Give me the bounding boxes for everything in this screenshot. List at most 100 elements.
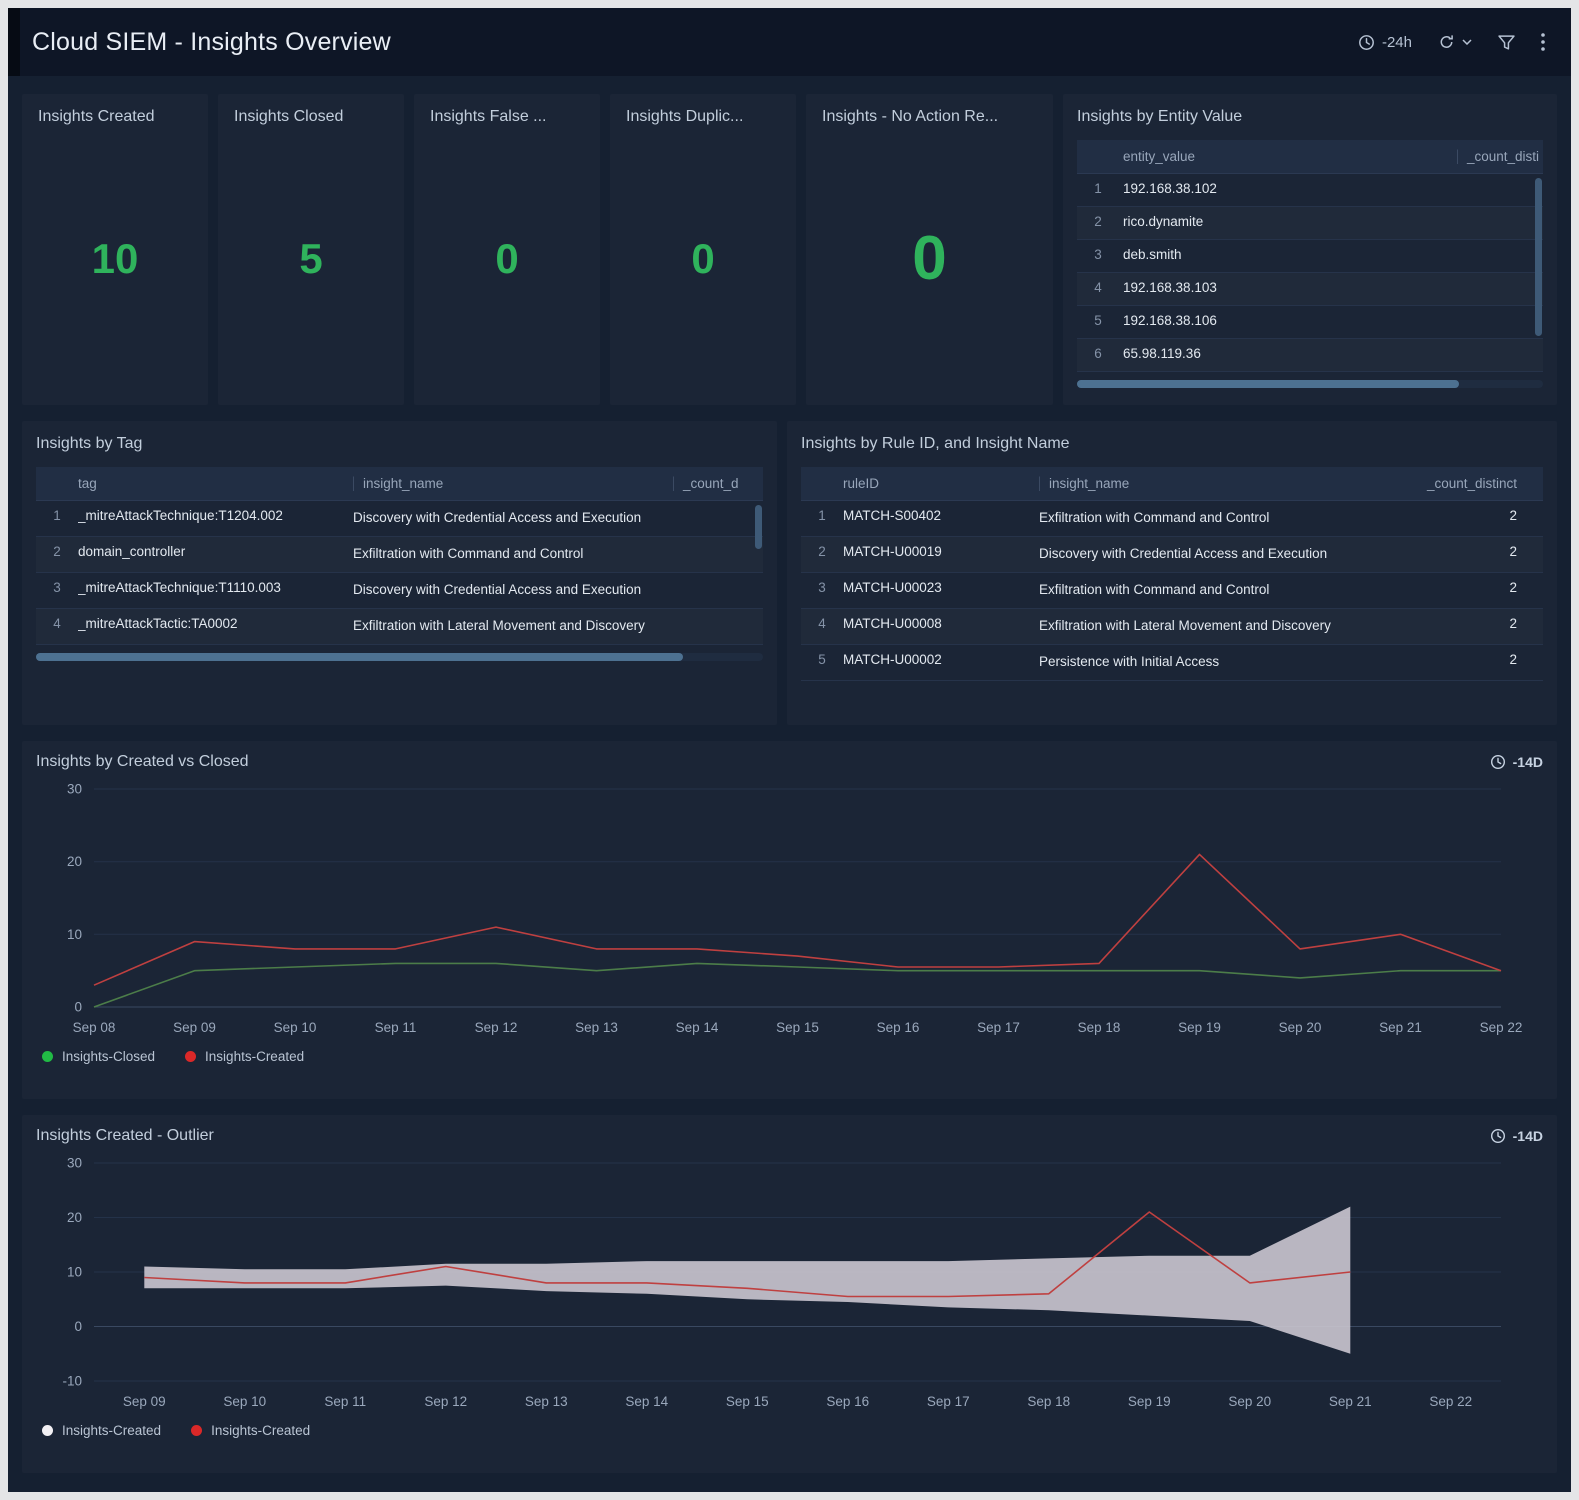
panel-title: Insights - No Action Re... bbox=[822, 108, 1037, 126]
svg-text:Sep 14: Sep 14 bbox=[676, 1020, 719, 1035]
svg-text:Sep 19: Sep 19 bbox=[1128, 1394, 1171, 1409]
column-count-distinct[interactable]: _count_disti bbox=[1457, 149, 1543, 164]
svg-text:Sep 10: Sep 10 bbox=[223, 1394, 266, 1409]
svg-text:0: 0 bbox=[74, 1000, 82, 1015]
kebab-menu-button[interactable] bbox=[1541, 33, 1545, 51]
created-vs-closed-line-chart[interactable]: 0102030Sep 08Sep 09Sep 10Sep 11Sep 12Sep… bbox=[36, 777, 1523, 1041]
svg-text:Sep 09: Sep 09 bbox=[173, 1020, 216, 1035]
table-row[interactable]: 1 192.168.38.102 bbox=[1077, 174, 1543, 207]
horizontal-scrollbar[interactable] bbox=[1077, 380, 1543, 388]
table-row[interactable]: 1 _mitreAttackTechnique:T1204.002 Discov… bbox=[36, 501, 763, 537]
table-row[interactable]: 3 _mitreAttackTechnique:T1110.003 Discov… bbox=[36, 573, 763, 609]
dashboard-body: Insights Created 10 Insights Closed 5 In… bbox=[8, 76, 1571, 1492]
chart-time-range[interactable]: -14D bbox=[1490, 754, 1543, 770]
table-row[interactable]: 4 _mitreAttackTactic:TA0002 Exfiltration… bbox=[36, 609, 763, 645]
svg-text:10: 10 bbox=[67, 927, 82, 942]
refresh-icon bbox=[1438, 34, 1455, 50]
svg-text:Sep 16: Sep 16 bbox=[877, 1020, 920, 1035]
panel-title: Insights False ... bbox=[430, 108, 584, 126]
legend-item-insights-created[interactable]: Insights-Created bbox=[191, 1423, 310, 1438]
svg-text:0: 0 bbox=[74, 1319, 82, 1334]
column-insight-name[interactable]: insight_name bbox=[1039, 476, 1355, 491]
page-title: Cloud SIEM - Insights Overview bbox=[32, 28, 391, 57]
panel-title: Insights by Entity Value bbox=[1077, 108, 1543, 126]
stat-value: 0 bbox=[495, 235, 518, 283]
legend-item-insights-created[interactable]: Insights-Created bbox=[185, 1049, 304, 1064]
stat-panel-insights-closed: Insights Closed 5 bbox=[218, 94, 404, 405]
svg-text:Sep 22: Sep 22 bbox=[1429, 1394, 1472, 1409]
rule-table: ruleID insight_name _count_distinct 1 MA… bbox=[801, 467, 1543, 681]
svg-text:20: 20 bbox=[67, 854, 82, 869]
table-row[interactable]: 5 192.168.38.106 bbox=[1077, 306, 1543, 339]
stat-panel-insights-created: Insights Created 10 bbox=[22, 94, 208, 405]
stat-panel-insights-false-positive: Insights False ... 0 bbox=[414, 94, 600, 405]
panel-title: Insights Created bbox=[38, 108, 192, 126]
chart-time-range[interactable]: -14D bbox=[1490, 1128, 1543, 1144]
chart-header: Insights Created - Outlier -14D bbox=[36, 1127, 1543, 1145]
panel-insights-by-entity-value: Insights by Entity Value entity_value _c… bbox=[1063, 94, 1557, 405]
chart-time-range-label: -14D bbox=[1513, 754, 1543, 770]
refresh-control[interactable] bbox=[1438, 34, 1472, 50]
table-row[interactable]: 3 deb.smith bbox=[1077, 240, 1543, 273]
kebab-menu-icon bbox=[1541, 33, 1545, 51]
svg-text:Sep 19: Sep 19 bbox=[1178, 1020, 1221, 1035]
horizontal-scrollbar[interactable] bbox=[36, 653, 763, 661]
table-row[interactable]: 4 MATCH-U00008 Exfiltration with Lateral… bbox=[801, 609, 1543, 645]
scrollbar-thumb[interactable] bbox=[36, 653, 683, 661]
panel-title: Insights by Rule ID, and Insight Name bbox=[801, 435, 1543, 453]
svg-text:20: 20 bbox=[67, 1210, 82, 1225]
chart-header: Insights by Created vs Closed -14D bbox=[36, 753, 1543, 771]
svg-text:Sep 15: Sep 15 bbox=[726, 1394, 769, 1409]
table-row[interactable]: 1 MATCH-S00402 Exfiltration with Command… bbox=[801, 501, 1543, 537]
svg-text:Sep 13: Sep 13 bbox=[525, 1394, 568, 1409]
legend-item-outlier-band[interactable]: Insights-Created bbox=[42, 1423, 161, 1438]
stat-panel-insights-duplicate: Insights Duplic... 0 bbox=[610, 94, 796, 405]
time-range-control[interactable]: -24h bbox=[1358, 34, 1412, 51]
column-insight-name[interactable]: insight_name bbox=[353, 476, 673, 491]
panel-title: Insights by Created vs Closed bbox=[36, 753, 249, 771]
vertical-scrollbar[interactable] bbox=[755, 505, 762, 549]
svg-text:Sep 17: Sep 17 bbox=[927, 1394, 970, 1409]
vertical-scrollbar[interactable] bbox=[1535, 178, 1542, 336]
svg-text:Sep 21: Sep 21 bbox=[1379, 1020, 1422, 1035]
column-count[interactable]: _count_d bbox=[673, 476, 763, 491]
svg-text:Sep 14: Sep 14 bbox=[625, 1394, 668, 1409]
svg-text:Sep 20: Sep 20 bbox=[1279, 1020, 1322, 1035]
table-row[interactable]: 6 65.98.119.36 bbox=[1077, 339, 1543, 372]
table-row[interactable]: 4 192.168.38.103 bbox=[1077, 273, 1543, 306]
time-range-label: -24h bbox=[1382, 34, 1412, 51]
chart-legend: Insights-Created Insights-Created bbox=[36, 1423, 1543, 1438]
column-count-distinct[interactable]: _count_distinct bbox=[1355, 476, 1543, 491]
table-row[interactable]: 2 domain_controller Exfiltration with Co… bbox=[36, 537, 763, 573]
svg-text:Sep 22: Sep 22 bbox=[1480, 1020, 1523, 1035]
column-tag[interactable]: tag bbox=[78, 476, 353, 491]
svg-text:Sep 15: Sep 15 bbox=[776, 1020, 819, 1035]
chevron-down-icon bbox=[1462, 39, 1472, 45]
table-row[interactable]: 2 MATCH-U00019 Discovery with Credential… bbox=[801, 537, 1543, 573]
svg-text:Sep 12: Sep 12 bbox=[424, 1394, 467, 1409]
panel-title: Insights Duplic... bbox=[626, 108, 780, 126]
svg-text:Sep 08: Sep 08 bbox=[73, 1020, 116, 1035]
table-row[interactable]: 2 rico.dynamite bbox=[1077, 207, 1543, 240]
stat-panel-insights-no-action: Insights - No Action Re... 0 bbox=[806, 94, 1053, 405]
column-entity-value[interactable]: entity_value bbox=[1119, 149, 1457, 164]
panel-insights-created-vs-closed: Insights by Created vs Closed -14D 0 10 20… bbox=[22, 741, 1557, 1099]
outlier-band-chart[interactable]: -100102030Sep 09Sep 10Sep 11Sep 12Sep 13… bbox=[36, 1151, 1523, 1415]
tables-row: Insights by Tag tag insight_name _count_… bbox=[22, 421, 1557, 725]
legend-dot bbox=[191, 1425, 202, 1436]
panel-insights-by-tag: Insights by Tag tag insight_name _count_… bbox=[22, 421, 777, 725]
legend-item-insights-closed[interactable]: Insights-Closed bbox=[42, 1049, 155, 1064]
table-row[interactable]: 5 MATCH-U00002 Persistence with Initial … bbox=[801, 645, 1543, 681]
scrollbar-thumb[interactable] bbox=[1077, 380, 1459, 388]
panel-title: Insights Closed bbox=[234, 108, 388, 126]
column-rule-id[interactable]: ruleID bbox=[843, 476, 1039, 491]
panel-insights-created-outlier: Insights Created - Outlier -14D -1001020… bbox=[22, 1115, 1557, 1473]
filter-button[interactable] bbox=[1498, 35, 1515, 50]
entity-table-header: entity_value _count_disti bbox=[1077, 140, 1543, 174]
svg-text:Sep 18: Sep 18 bbox=[1078, 1020, 1121, 1035]
stat-value: 5 bbox=[299, 235, 322, 283]
svg-text:Sep 21: Sep 21 bbox=[1329, 1394, 1372, 1409]
legend-dot bbox=[42, 1051, 53, 1062]
table-row[interactable]: 3 MATCH-U00023 Exfiltration with Command… bbox=[801, 573, 1543, 609]
entity-table: entity_value _count_disti 1 192.168.38.1… bbox=[1077, 140, 1543, 388]
